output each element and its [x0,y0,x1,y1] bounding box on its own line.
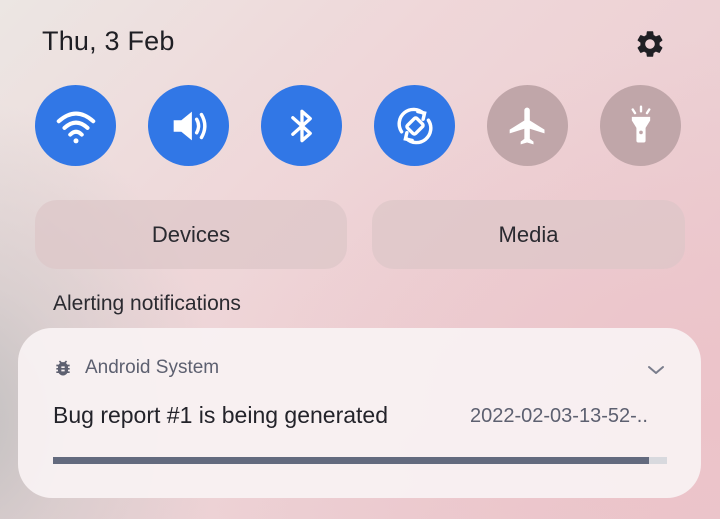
devices-label: Devices [151,221,231,247]
bluetooth-toggle[interactable] [261,85,342,166]
bug-icon [56,360,70,376]
gear-icon [637,31,663,57]
volume-icon [173,111,207,140]
auto-rotate-icon [396,107,433,144]
bluetooth-icon [290,109,312,142]
wifi-toggle[interactable] [35,85,116,166]
date-label: Thu, 3 Feb [42,26,175,56]
airplane-mode-toggle[interactable] [487,85,568,166]
notification-card[interactable]: Android System Bug report #1 is being ge… [18,328,701,498]
progress-bar-fill [53,457,649,464]
auto-rotate-toggle[interactable] [374,85,455,166]
progress-bar [53,457,667,464]
notification-app-name: Android System [85,357,220,378]
settings-button[interactable] [630,24,670,64]
wifi-icon [56,111,95,143]
airplane-icon [509,107,544,144]
notification-report-name: 2022-02-03-13-52-.. [470,405,648,427]
flashlight-icon [631,105,650,142]
flashlight-toggle[interactable] [600,85,681,166]
chevron-down-icon [648,366,664,374]
media-button[interactable]: Media [372,200,685,269]
notification-app-row: Android System [53,356,219,380]
media-label: Media [498,221,559,247]
notification-title: Bug report #1 is being generated [53,402,389,428]
devices-button[interactable]: Devices [35,200,347,269]
sound-toggle[interactable] [148,85,229,166]
expand-notification-button[interactable] [644,358,668,382]
alerting-notifications-header: Alerting notifications [53,292,241,315]
